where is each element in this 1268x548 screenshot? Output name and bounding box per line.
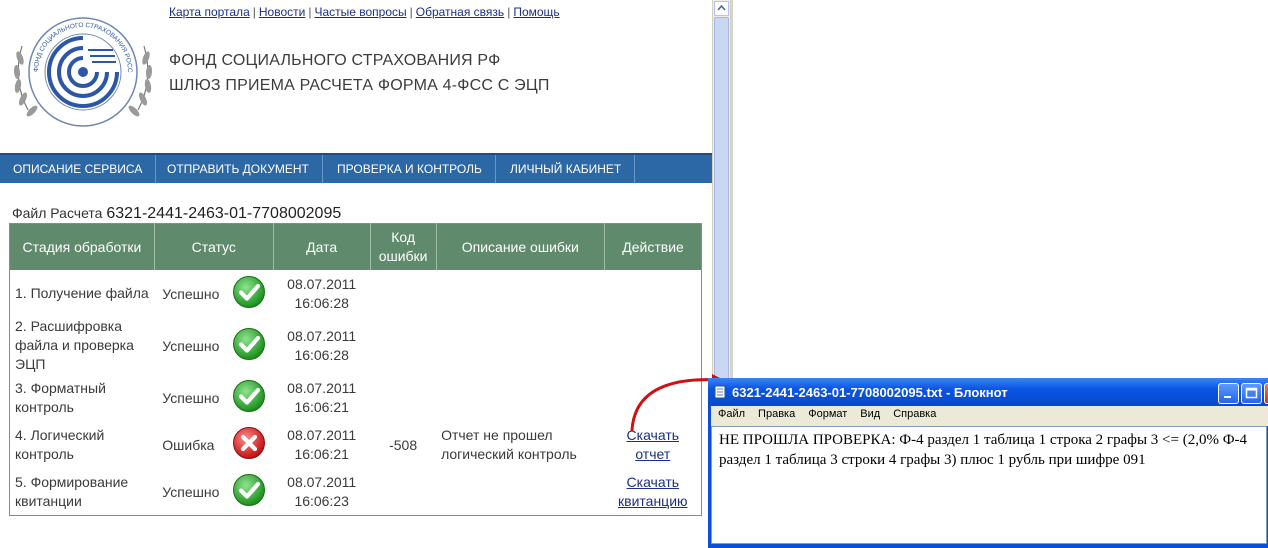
date-value: 08.07.2011 [287,275,357,292]
time-value: 16:06:28 [294,346,349,363]
table-row: 5. Формирование квитанции Успешно 08.07.20… [10,468,702,516]
menu-file[interactable]: Файл [711,406,751,420]
check-icon [232,275,266,312]
date-cell: 08.07.2011 16:06:23 [273,468,370,516]
header-status: Статус [153,223,274,270]
error-code-cell: -508 [389,436,418,453]
status-cell: Успешно [154,468,273,516]
header-error-description: Описание ошибки [435,223,605,270]
error-description-cell [436,374,605,421]
link-faq[interactable]: Частые вопросы [314,5,406,19]
date-cell: 08.07.2011 16:06:28 [273,270,370,317]
main-nav: ОПИСАНИЕ СЕРВИСА ОТПРАВИТЬ ДОКУМЕНТ ПРОВ… [0,153,712,183]
nav-send-document[interactable]: ОТПРАВИТЬ ДОКУМЕНТ [154,155,323,183]
top-links: Карта портала | Новости | Частые вопросы | Обр… [169,5,560,19]
stage-cell: 3. Форматный контроль [15,379,106,415]
status-cell: Успешно [154,317,273,374]
action-cell [605,317,702,374]
date-value: 08.07.2011 [287,473,357,490]
window-divider [730,0,733,380]
date-cell: 08.07.2011 16:06:21 [273,374,370,421]
error-description-cell [436,468,605,516]
status-text: Успешно [162,285,220,302]
minimize-icon [1224,396,1231,398]
header-error-code: Код ошибки [369,223,437,270]
maximize-icon [1245,387,1258,399]
nav-service-description[interactable]: ОПИСАНИЕ СЕРВИСА [0,155,157,183]
table-row: 1. Получение файла Успешно 08.07.2011 16:06… [10,270,702,317]
check-icon [232,379,266,416]
download-link[interactable]: Скачать квитанцию [618,474,688,509]
link-sitemap[interactable]: Карта портала [169,5,250,19]
time-value: 16:06:23 [294,492,349,509]
error-icon [232,426,266,463]
portal-title: ФОНД СОЦИАЛЬНОГО СТРАХОВАНИЯ РФ [169,52,501,69]
browser-page: ФОНД СОЦИАЛЬНОГО СТРАХОВАНИЯ РОССИЙСКАЯ … [0,0,712,544]
table-row: 3. Форматный контроль Успешно 08.07.2011 16… [10,374,702,421]
link-feedback[interactable]: Обратная связь [416,5,504,19]
stage-cell: 2. Расшифровка файла и проверка ЭЦП [15,318,134,372]
table-row: 2. Расшифровка файла и проверка ЭЦП Успеш… [10,317,702,374]
status-text: Успешно [162,483,220,500]
error-description-cell: Отчет не прошел логический контроль [441,426,577,462]
table-header-row: Стадия обработки Статус Дата Код ошибки … [9,223,702,270]
error-code-cell [370,468,436,516]
header-stage: Стадия обработки [9,223,155,270]
maximize-button[interactable] [1241,383,1262,404]
notepad-titlebar[interactable]: 6321-2441-2463-01-7708002095.txt - Блокн… [708,378,1268,406]
minimize-button[interactable] [1218,383,1239,404]
time-value: 16:06:28 [294,294,349,311]
status-cell: Ошибка [154,421,273,468]
portal-subtitle: ШЛЮЗ ПРИЕМА РАСЧЕТА ФОРМА 4-ФСС С ЭЦП [169,77,550,94]
link-news[interactable]: Новости [259,5,305,19]
link-help[interactable]: Помощь [513,5,559,19]
error-code-cell [370,270,436,317]
notepad-menubar: Файл Правка Формат Вид Справка [711,406,1268,426]
nav-check-control[interactable]: ПРОВЕРКА И КОНТРОЛЬ [324,155,496,183]
action-cell: Скачать квитанцию [605,468,702,516]
status-text: Ошибка [162,436,215,453]
processing-table: Стадия обработки Статус Дата Код ошибки … [9,223,702,516]
date-cell: 08.07.2011 16:06:21 [273,421,370,468]
notepad-text-area[interactable]: НЕ ПРОШЛА ПРОВЕРКА: Ф-4 раздел 1 таблица… [711,426,1267,544]
time-value: 16:06:21 [294,398,349,415]
menu-edit[interactable]: Правка [751,406,801,420]
menu-format[interactable]: Формат [801,406,853,420]
menu-help[interactable]: Справка [886,406,942,420]
time-value: 16:06:21 [294,445,349,462]
file-heading: Файл Расчета 6321-2441-2463-01-770800209… [12,205,341,223]
status-cell: Успешно [154,374,273,421]
status-cell: Успешно [154,270,273,317]
error-code-cell [370,374,436,421]
arrow-up-icon [717,4,726,11]
stage-cell: 1. Получение файла [15,285,149,301]
file-name: 6321-2441-2463-01-7708002095 [106,205,342,222]
fss-logo: ФОНД СОЦИАЛЬНОГО СТРАХОВАНИЯ РОССИЙСКАЯ … [8,10,153,127]
status-text: Успешно [162,337,220,354]
header-date: Дата [272,223,371,270]
menu-view[interactable]: Вид [853,406,886,420]
stage-cell: 4. Логический контроль [15,426,105,462]
action-cell [605,270,702,317]
date-cell: 08.07.2011 16:06:28 [273,317,370,374]
date-value: 08.07.2011 [287,327,357,344]
notepad-icon [714,385,726,399]
stage-cell: 5. Формирование квитанции [15,473,129,509]
status-text: Успешно [162,389,220,406]
check-icon [232,327,266,364]
close-button[interactable] [1264,383,1268,404]
nav-personal-cabinet[interactable]: ЛИЧНЫЙ КАБИНЕТ [497,155,636,183]
header-action: Действие [604,223,702,270]
scroll-up-button[interactable] [714,1,729,16]
error-description-cell [436,317,605,374]
file-label: Файл Расчета [12,205,103,221]
check-icon [232,473,266,510]
notepad-title: 6321-2441-2463-01-7708002095.txt - Блокн… [732,385,1008,400]
date-value: 08.07.2011 [287,426,357,443]
date-value: 08.07.2011 [287,379,357,396]
error-description-cell [436,270,605,317]
error-code-cell [370,317,436,374]
table-row: 4. Логический контроль Ошибка 08.07.2011 16… [10,421,702,468]
notepad-window: 6321-2441-2463-01-7708002095.txt - Блокн… [708,378,1268,548]
